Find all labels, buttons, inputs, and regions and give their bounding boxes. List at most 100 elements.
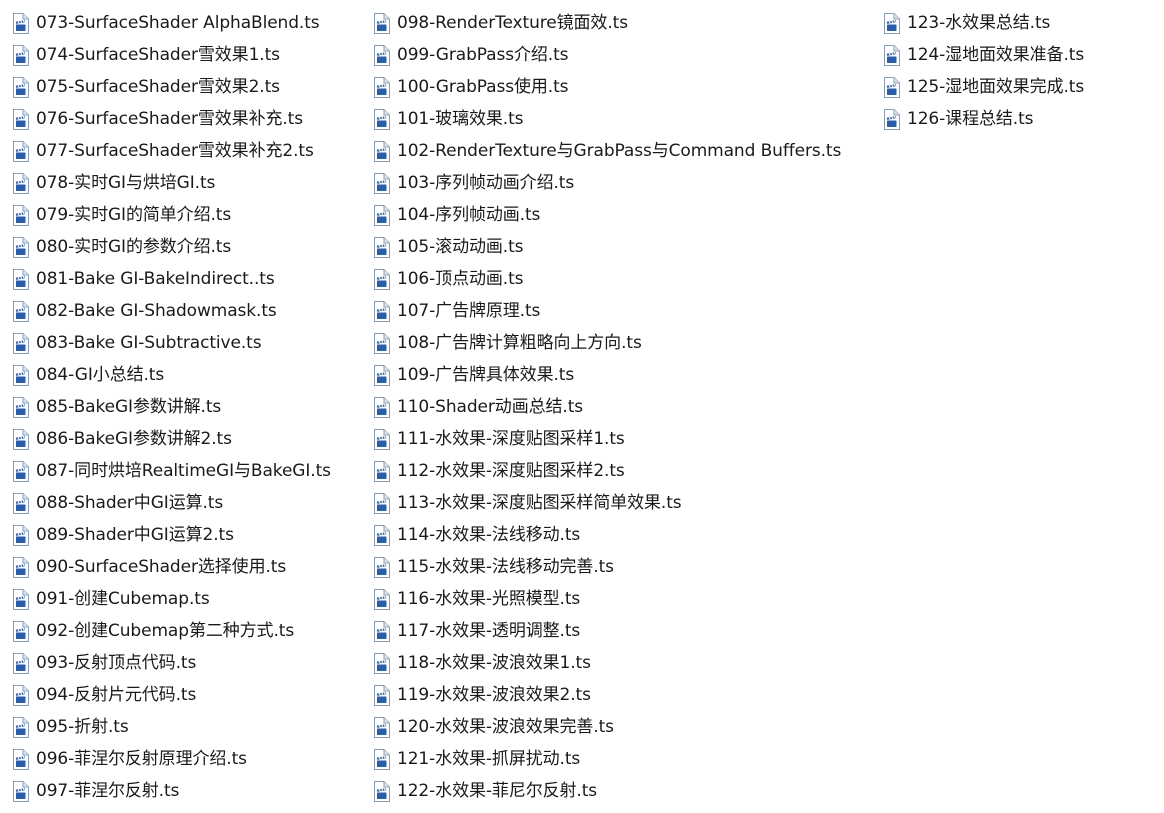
- file-item[interactable]: 103-序列帧动画介绍.ts: [373, 167, 883, 199]
- file-item[interactable]: 099-GrabPass介绍.ts: [373, 39, 883, 71]
- file-item[interactable]: 087-同时烘培RealtimeGI与BakeGI.ts: [12, 455, 373, 487]
- video-file-icon: [13, 780, 29, 802]
- file-item[interactable]: 126-课程总结.ts: [883, 103, 1153, 135]
- file-item[interactable]: 107-广告牌原理.ts: [373, 295, 883, 327]
- file-item[interactable]: 124-湿地面效果准备.ts: [883, 39, 1153, 71]
- file-name: 110-Shader动画总结.ts: [397, 397, 584, 417]
- video-file-icon: [374, 780, 390, 802]
- file-item[interactable]: 079-实时GI的简单介绍.ts: [12, 199, 373, 231]
- file-item[interactable]: 116-水效果-光照模型.ts: [373, 583, 883, 615]
- file-item[interactable]: 117-水效果-透明调整.ts: [373, 615, 883, 647]
- file-name: 100-GrabPass使用.ts: [397, 77, 569, 97]
- file-name: 086-BakeGI参数讲解2.ts: [36, 429, 232, 449]
- file-item[interactable]: 095-折射.ts: [12, 711, 373, 743]
- video-file-icon: [13, 12, 29, 34]
- file-item[interactable]: 090-SurfaceShader选择使用.ts: [12, 551, 373, 583]
- file-item[interactable]: 083-Bake GI-Subtractive.ts: [12, 327, 373, 359]
- video-file-icon: [13, 140, 29, 162]
- file-item[interactable]: 093-反射顶点代码.ts: [12, 647, 373, 679]
- video-file-icon: [13, 652, 29, 674]
- file-item[interactable]: 096-菲涅尔反射原理介绍.ts: [12, 743, 373, 775]
- file-name: 079-实时GI的简单介绍.ts: [36, 205, 232, 225]
- video-file-icon: [13, 556, 29, 578]
- video-file-icon: [884, 108, 900, 130]
- file-item[interactable]: 097-菲涅尔反射.ts: [12, 775, 373, 807]
- file-item[interactable]: 104-序列帧动画.ts: [373, 199, 883, 231]
- video-file-icon: [374, 108, 390, 130]
- file-item[interactable]: 113-水效果-深度贴图采样简单效果.ts: [373, 487, 883, 519]
- file-name: 087-同时烘培RealtimeGI与BakeGI.ts: [36, 461, 331, 481]
- video-file-icon: [13, 172, 29, 194]
- file-item[interactable]: 098-RenderTexture镜面效.ts: [373, 7, 883, 39]
- file-item[interactable]: 102-RenderTexture与GrabPass与Command Buffe…: [373, 135, 883, 167]
- file-name: 121-水效果-抓屏扰动.ts: [397, 749, 581, 769]
- video-file-icon: [13, 524, 29, 546]
- file-item[interactable]: 115-水效果-法线移动完善.ts: [373, 551, 883, 583]
- file-item[interactable]: 120-水效果-波浪效果完善.ts: [373, 711, 883, 743]
- file-name: 093-反射顶点代码.ts: [36, 653, 197, 673]
- file-item[interactable]: 075-SurfaceShader雪效果2.ts: [12, 71, 373, 103]
- file-item[interactable]: 121-水效果-抓屏扰动.ts: [373, 743, 883, 775]
- file-item[interactable]: 091-创建Cubemap.ts: [12, 583, 373, 615]
- file-item[interactable]: 074-SurfaceShader雪效果1.ts: [12, 39, 373, 71]
- file-name: 115-水效果-法线移动完善.ts: [397, 557, 614, 577]
- file-item[interactable]: 078-实时GI与烘培GI.ts: [12, 167, 373, 199]
- file-item[interactable]: 105-滚动动画.ts: [373, 231, 883, 263]
- file-item[interactable]: 084-GI小总结.ts: [12, 359, 373, 391]
- file-item[interactable]: 077-SurfaceShader雪效果补充2.ts: [12, 135, 373, 167]
- file-item[interactable]: 086-BakeGI参数讲解2.ts: [12, 423, 373, 455]
- video-file-icon: [13, 684, 29, 706]
- file-name: 088-Shader中GI运算.ts: [36, 493, 224, 513]
- file-item[interactable]: 089-Shader中GI运算2.ts: [12, 519, 373, 551]
- file-item[interactable]: 080-实时GI的参数介绍.ts: [12, 231, 373, 263]
- file-item[interactable]: 081-Bake GI-BakeIndirect..ts: [12, 263, 373, 295]
- video-file-icon: [374, 396, 390, 418]
- file-item[interactable]: 085-BakeGI参数讲解.ts: [12, 391, 373, 423]
- file-name: 077-SurfaceShader雪效果补充2.ts: [36, 141, 314, 161]
- video-file-icon: [374, 236, 390, 258]
- file-column: 123-水效果总结.ts 124-湿地面效果准备.ts 125-湿地面效果完成.…: [883, 7, 1153, 807]
- file-name: 099-GrabPass介绍.ts: [397, 45, 569, 65]
- file-item[interactable]: 122-水效果-菲尼尔反射.ts: [373, 775, 883, 807]
- file-item[interactable]: 088-Shader中GI运算.ts: [12, 487, 373, 519]
- file-name: 109-广告牌具体效果.ts: [397, 365, 575, 385]
- file-item[interactable]: 109-广告牌具体效果.ts: [373, 359, 883, 391]
- file-item[interactable]: 101-玻璃效果.ts: [373, 103, 883, 135]
- file-item[interactable]: 076-SurfaceShader雪效果补充.ts: [12, 103, 373, 135]
- file-name: 103-序列帧动画介绍.ts: [397, 173, 575, 193]
- file-item[interactable]: 094-反射片元代码.ts: [12, 679, 373, 711]
- file-item[interactable]: 111-水效果-深度贴图采样1.ts: [373, 423, 883, 455]
- video-file-icon: [374, 556, 390, 578]
- file-item[interactable]: 092-创建Cubemap第二种方式.ts: [12, 615, 373, 647]
- file-item[interactable]: 112-水效果-深度贴图采样2.ts: [373, 455, 883, 487]
- file-name: 124-湿地面效果准备.ts: [907, 45, 1085, 65]
- file-item[interactable]: 108-广告牌计算粗略向上方向.ts: [373, 327, 883, 359]
- file-name: 080-实时GI的参数介绍.ts: [36, 237, 232, 257]
- video-file-icon: [13, 460, 29, 482]
- file-name: 113-水效果-深度贴图采样简单效果.ts: [397, 493, 682, 513]
- file-name: 094-反射片元代码.ts: [36, 685, 197, 705]
- file-item[interactable]: 106-顶点动画.ts: [373, 263, 883, 295]
- file-name: 078-实时GI与烘培GI.ts: [36, 173, 216, 193]
- file-name: 104-序列帧动画.ts: [397, 205, 541, 225]
- file-item[interactable]: 073-SurfaceShader AlphaBlend.ts: [12, 7, 373, 39]
- video-file-icon: [374, 76, 390, 98]
- video-file-icon: [374, 492, 390, 514]
- file-item[interactable]: 100-GrabPass使用.ts: [373, 71, 883, 103]
- file-item[interactable]: 082-Bake GI-Shadowmask.ts: [12, 295, 373, 327]
- file-item[interactable]: 118-水效果-波浪效果1.ts: [373, 647, 883, 679]
- file-item[interactable]: 114-水效果-法线移动.ts: [373, 519, 883, 551]
- file-item[interactable]: 123-水效果总结.ts: [883, 7, 1153, 39]
- video-file-icon: [13, 748, 29, 770]
- file-name: 126-课程总结.ts: [907, 109, 1034, 129]
- file-name: 085-BakeGI参数讲解.ts: [36, 397, 222, 417]
- file-column: 073-SurfaceShader AlphaBlend.ts 074-Surf…: [12, 7, 373, 807]
- file-item[interactable]: 119-水效果-波浪效果2.ts: [373, 679, 883, 711]
- file-item[interactable]: 125-湿地面效果完成.ts: [883, 71, 1153, 103]
- file-item[interactable]: 110-Shader动画总结.ts: [373, 391, 883, 423]
- file-name: 091-创建Cubemap.ts: [36, 589, 210, 609]
- file-name: 114-水效果-法线移动.ts: [397, 525, 581, 545]
- file-name: 081-Bake GI-BakeIndirect..ts: [36, 269, 275, 289]
- video-file-icon: [13, 268, 29, 290]
- file-name: 111-水效果-深度贴图采样1.ts: [397, 429, 625, 449]
